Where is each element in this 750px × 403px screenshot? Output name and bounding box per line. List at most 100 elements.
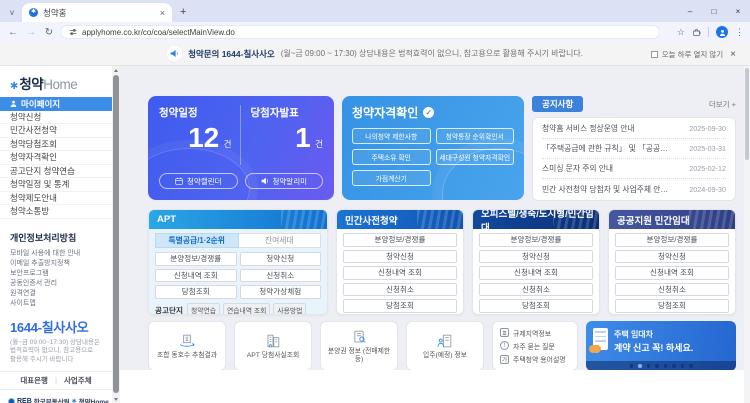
browser-menu-icon[interactable]: ⋮ xyxy=(735,27,744,38)
practice-apply-button[interactable]: 청약연습 xyxy=(186,302,220,314)
presale-winner-check-button[interactable]: 당첨조회 xyxy=(343,299,457,313)
presale-sale-info-button[interactable]: 분양정보/경쟁률 xyxy=(343,233,457,247)
link-security-program[interactable]: 보안프로그램 xyxy=(10,269,112,279)
sidebar-item-practice[interactable]: 공고단지 청약연습 xyxy=(0,165,112,178)
carousel-dot[interactable] xyxy=(689,364,693,368)
link-remote[interactable]: 원격연결 xyxy=(10,289,112,299)
scroll-down-arrow[interactable] xyxy=(112,395,120,403)
scroll-up-arrow[interactable] xyxy=(112,66,120,74)
link-mobile-guide[interactable]: 모바일 사용에 대한 안내 xyxy=(10,249,112,259)
apt-cancel-button[interactable]: 신청취소 xyxy=(239,268,321,282)
bank-list-button[interactable]: 대표은행 xyxy=(20,375,48,386)
officetel-history-button[interactable]: 신청내역 조회 xyxy=(479,266,593,280)
carousel-dot[interactable] xyxy=(680,364,684,368)
household-qualification-button[interactable]: 세대구성원 청약자격확인 xyxy=(435,149,514,165)
rental-cancel-button[interactable]: 신청취소 xyxy=(615,282,729,296)
rental-apply-button[interactable]: 청약신청 xyxy=(615,249,729,263)
my-restrictions-button[interactable]: 나의청약 제한사항 xyxy=(352,128,431,144)
profile-avatar[interactable] xyxy=(716,26,728,38)
window-minimize-button[interactable]: – xyxy=(678,7,702,16)
apt-winner-check-button[interactable]: 당첨조회 xyxy=(155,285,237,299)
document-icon xyxy=(500,328,509,338)
tab-close-icon[interactable]: × xyxy=(160,8,165,18)
quick-links-row: 조합 동호수 추첨결과 APT 당첨사실조회 분양권 정보 (전매제한 등) 입… xyxy=(148,321,736,371)
carousel-dot[interactable] xyxy=(672,364,676,368)
notice-item[interactable]: 청약홈 서비스 정상운영 안내 2025-09-30 xyxy=(542,119,726,139)
rental-sale-info-button[interactable]: 분양정보/경쟁률 xyxy=(615,233,729,247)
notices-tab[interactable]: 공지사항 xyxy=(532,96,584,112)
sidebar-item-mypage[interactable]: 마이페이지 xyxy=(0,97,112,111)
sidebar-item-apply[interactable]: 청약신청 xyxy=(0,111,112,124)
home-ownership-button[interactable]: 주택소유 확인 xyxy=(352,149,431,165)
page-scrollbar-thumb[interactable] xyxy=(745,68,749,160)
sidebar-item-community[interactable]: 청약소통방 xyxy=(0,205,112,219)
score-calculator-button[interactable]: 가점계산기 xyxy=(352,170,431,186)
apt-apply-button[interactable]: 청약신청 xyxy=(239,252,321,266)
sidebar-item-winner-check[interactable]: 청약당첨조회 xyxy=(0,138,112,151)
sidebar-scrollbar-thumb[interactable] xyxy=(113,75,119,393)
new-tab-button[interactable]: + xyxy=(180,6,186,18)
notices-more-link[interactable]: 더보기 + xyxy=(709,99,736,110)
site-info-icon[interactable] xyxy=(69,28,77,36)
resale-right-info-box[interactable]: 분양권 정보 (전매제한 등) xyxy=(320,321,398,371)
carousel-dot[interactable] xyxy=(646,364,650,368)
practice-howto-button[interactable]: 사용방법 xyxy=(273,302,307,314)
officetel-cancel-button[interactable]: 신청취소 xyxy=(479,282,593,296)
presale-apply-button[interactable]: 청약신청 xyxy=(343,249,457,263)
rental-history-button[interactable]: 신청내역 조회 xyxy=(615,266,729,280)
apt-sale-info-button[interactable]: 분양정보/경쟁률 xyxy=(155,252,237,266)
notice-close-icon[interactable]: × xyxy=(730,49,736,60)
terms-glossary-link[interactable]: 가 주택청약 용어설명 xyxy=(500,354,570,364)
apt-tab-special-supply[interactable]: 특별공급/1·2순위 xyxy=(155,233,239,248)
dismiss-today-label[interactable]: 오늘 하루 열지 않기 xyxy=(662,49,723,60)
privacy-policy-link[interactable]: 개인정보처리방침 xyxy=(0,231,112,244)
sidebar-item-schedule-stats[interactable]: 청약일정 및 통계 xyxy=(0,178,112,192)
carousel-dot[interactable] xyxy=(663,364,667,368)
link-certificate[interactable]: 공동인증서 관리 xyxy=(10,279,112,289)
apt-tab-remaining-units[interactable]: 잔여세대 xyxy=(238,233,321,248)
notice-item[interactable]: 민간 사전청약 당첨자 및 사업주체 안… 2024-09-30 xyxy=(542,179,726,199)
officetel-apply-button[interactable]: 청약신청 xyxy=(479,249,593,263)
apt-virtual-experience-button[interactable]: 청약가상체험 xyxy=(239,285,321,299)
regulated-area-link[interactable]: 규제지역정보 xyxy=(500,328,570,338)
practice-history-button[interactable]: 연습내역 조회 xyxy=(222,302,271,314)
business-entity-button[interactable]: 사업주체 xyxy=(64,375,92,386)
sidebar-item-system-guide[interactable]: 청약제도안내 xyxy=(0,192,112,205)
sidebar-scrollbar xyxy=(112,66,120,403)
dismiss-today-checkbox[interactable] xyxy=(650,50,658,58)
notice-item[interactable]: 「주택공급에 관한 규칙」 및 「공공주… 2025-03-31 xyxy=(542,139,726,159)
alarm-button[interactable]: 청약알리미 xyxy=(244,173,323,189)
site-logo[interactable]: ✱ 청약 Home xyxy=(0,73,112,93)
move-in-info-box[interactable]: 입주(예정) 정보 xyxy=(406,321,484,371)
officetel-sale-info-button[interactable]: 분양정보/경쟁률 xyxy=(479,233,593,247)
window-close-button[interactable]: × xyxy=(726,7,750,16)
tab-search-chevron[interactable]: v xyxy=(4,5,20,19)
lottery-result-box[interactable]: 조합 동호수 추첨결과 xyxy=(148,321,226,371)
calendar-button[interactable]: 청약캘린더 xyxy=(159,173,238,189)
window-maximize-button[interactable]: □ xyxy=(702,7,726,16)
officetel-winner-check-button[interactable]: 당첨조회 xyxy=(479,299,593,313)
rental-contract-banner[interactable]: 주택 임대차 계약 신고 꼭! 하세요. xyxy=(586,321,736,371)
back-icon[interactable]: ← xyxy=(6,27,20,38)
reload-icon[interactable]: ↻ xyxy=(42,27,56,38)
extensions-icon[interactable] xyxy=(692,28,701,37)
apt-history-button[interactable]: 신청내역 조회 xyxy=(155,268,237,282)
link-email-policy[interactable]: 이메일 추출방지정책 xyxy=(10,259,112,269)
sidebar-item-qualification[interactable]: 청약자격확인 xyxy=(0,151,112,165)
address-bar[interactable]: applyhome.co.kr/co/coa/selectMainView.do xyxy=(60,25,660,39)
browser-tab[interactable]: ✱ 청약홈 × xyxy=(22,3,172,22)
presale-cancel-button[interactable]: 신청취소 xyxy=(343,282,457,296)
notice-item[interactable]: 스미싱 문자 주의 안내 2025-02-12 xyxy=(542,159,726,179)
faq-link[interactable]: ! 자주 묻는 질문 xyxy=(500,341,570,351)
sidebar-item-private-pre[interactable]: 민간사전청약 xyxy=(0,124,112,138)
carousel-dot[interactable] xyxy=(638,364,642,368)
apt-winning-check-box[interactable]: APT 당첨사실조회 xyxy=(234,321,312,371)
link-sitemap[interactable]: 사이트맵 xyxy=(10,299,112,309)
forward-icon[interactable]: → xyxy=(24,27,38,38)
bookmark-star-icon[interactable]: ☆ xyxy=(677,27,685,38)
presale-history-button[interactable]: 신청내역 조회 xyxy=(343,266,457,280)
account-rank-button[interactable]: 청약통장 순위확인서 xyxy=(435,128,514,144)
rental-winner-check-button[interactable]: 당첨조회 xyxy=(615,299,729,313)
carousel-dot[interactable] xyxy=(655,364,659,368)
carousel-dot[interactable] xyxy=(629,364,633,368)
